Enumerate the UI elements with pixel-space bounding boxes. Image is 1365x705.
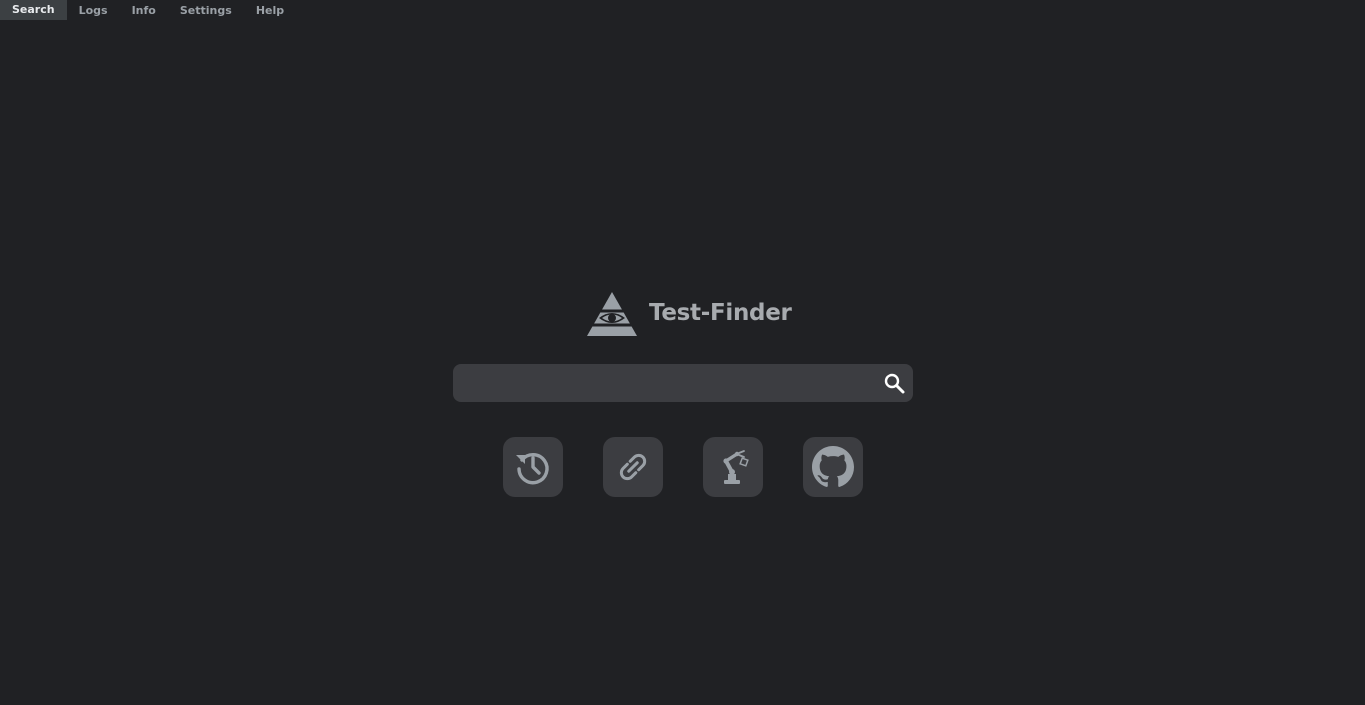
- magnifier-icon: [884, 373, 905, 394]
- app-title: Test-Finder: [649, 300, 792, 326]
- tab-info[interactable]: Info: [120, 0, 168, 20]
- tab-settings[interactable]: Settings: [168, 0, 244, 20]
- search-input[interactable]: [467, 364, 867, 402]
- link-button[interactable]: [603, 437, 663, 497]
- robot-arm-icon: [723, 450, 749, 484]
- history-button[interactable]: [503, 437, 563, 497]
- tab-search[interactable]: Search: [0, 0, 67, 20]
- history-icon: [516, 452, 549, 485]
- tab-help[interactable]: Help: [244, 0, 296, 20]
- github-button[interactable]: [803, 437, 863, 497]
- tab-logs[interactable]: Logs: [67, 0, 120, 20]
- search-button[interactable]: [882, 371, 906, 395]
- robot-button[interactable]: [703, 437, 763, 497]
- top-nav: Search Logs Info Settings Help: [0, 0, 296, 20]
- search-bar: [453, 364, 913, 402]
- eye-pyramid-icon: [587, 292, 637, 336]
- github-icon: [812, 446, 854, 487]
- brand-header: Test-Finder: [586, 291, 792, 337]
- link-icon: [619, 453, 647, 481]
